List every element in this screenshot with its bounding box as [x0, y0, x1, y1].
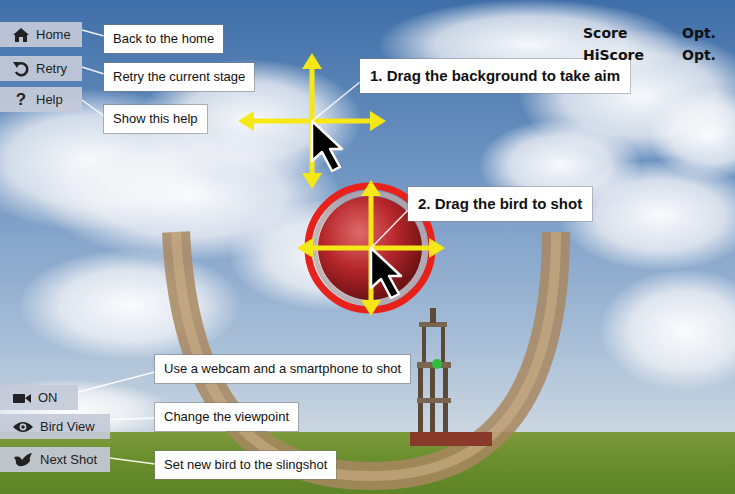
help-callout: Back to the home [104, 25, 223, 53]
bird-icon[interactable] [12, 452, 34, 468]
button-label[interactable]: Next Shot [40, 452, 97, 467]
help-callout: Set new bird to the slingshot [155, 451, 336, 479]
help-callout: Use a webcam and a smartphone to shot [155, 355, 410, 383]
eye-icon[interactable] [12, 420, 34, 434]
camera-button[interactable]: ON [0, 385, 78, 410]
retry-icon[interactable] [12, 60, 30, 78]
button-label[interactable]: Bird View [40, 419, 95, 434]
help-callout: Change the viewpoint [155, 403, 298, 431]
help-icon[interactable]: ? [12, 91, 30, 108]
home-icon[interactable] [12, 27, 30, 43]
game-scene[interactable]: Home Back to the home Retry Retry the curre… [0, 0, 735, 494]
help-callout: Show this help [104, 105, 207, 133]
button-label[interactable]: Home [36, 27, 71, 42]
hiscore-value: Opt. [682, 47, 716, 63]
button-label[interactable]: Retry [36, 61, 67, 76]
hiscore-label: HiScore [583, 47, 644, 63]
button-label[interactable]: ON [38, 390, 58, 405]
eye-button[interactable]: Bird View [0, 414, 110, 439]
step-label: 1. Drag the background to take aim [360, 59, 630, 93]
button-label[interactable]: Help [36, 92, 63, 107]
camera-icon[interactable] [12, 391, 32, 405]
cloud [600, 270, 735, 390]
score-label: Score [583, 25, 627, 41]
step-label: 2. Drag the bird to shot [408, 187, 592, 221]
help-button[interactable]: ? Help [0, 87, 82, 112]
help-callout: Retry the current stage [104, 63, 254, 91]
bird-button[interactable]: Next Shot [0, 447, 110, 472]
retry-button[interactable]: Retry [0, 56, 82, 81]
score-value: Opt. [682, 25, 716, 41]
home-button[interactable]: Home [0, 22, 82, 47]
